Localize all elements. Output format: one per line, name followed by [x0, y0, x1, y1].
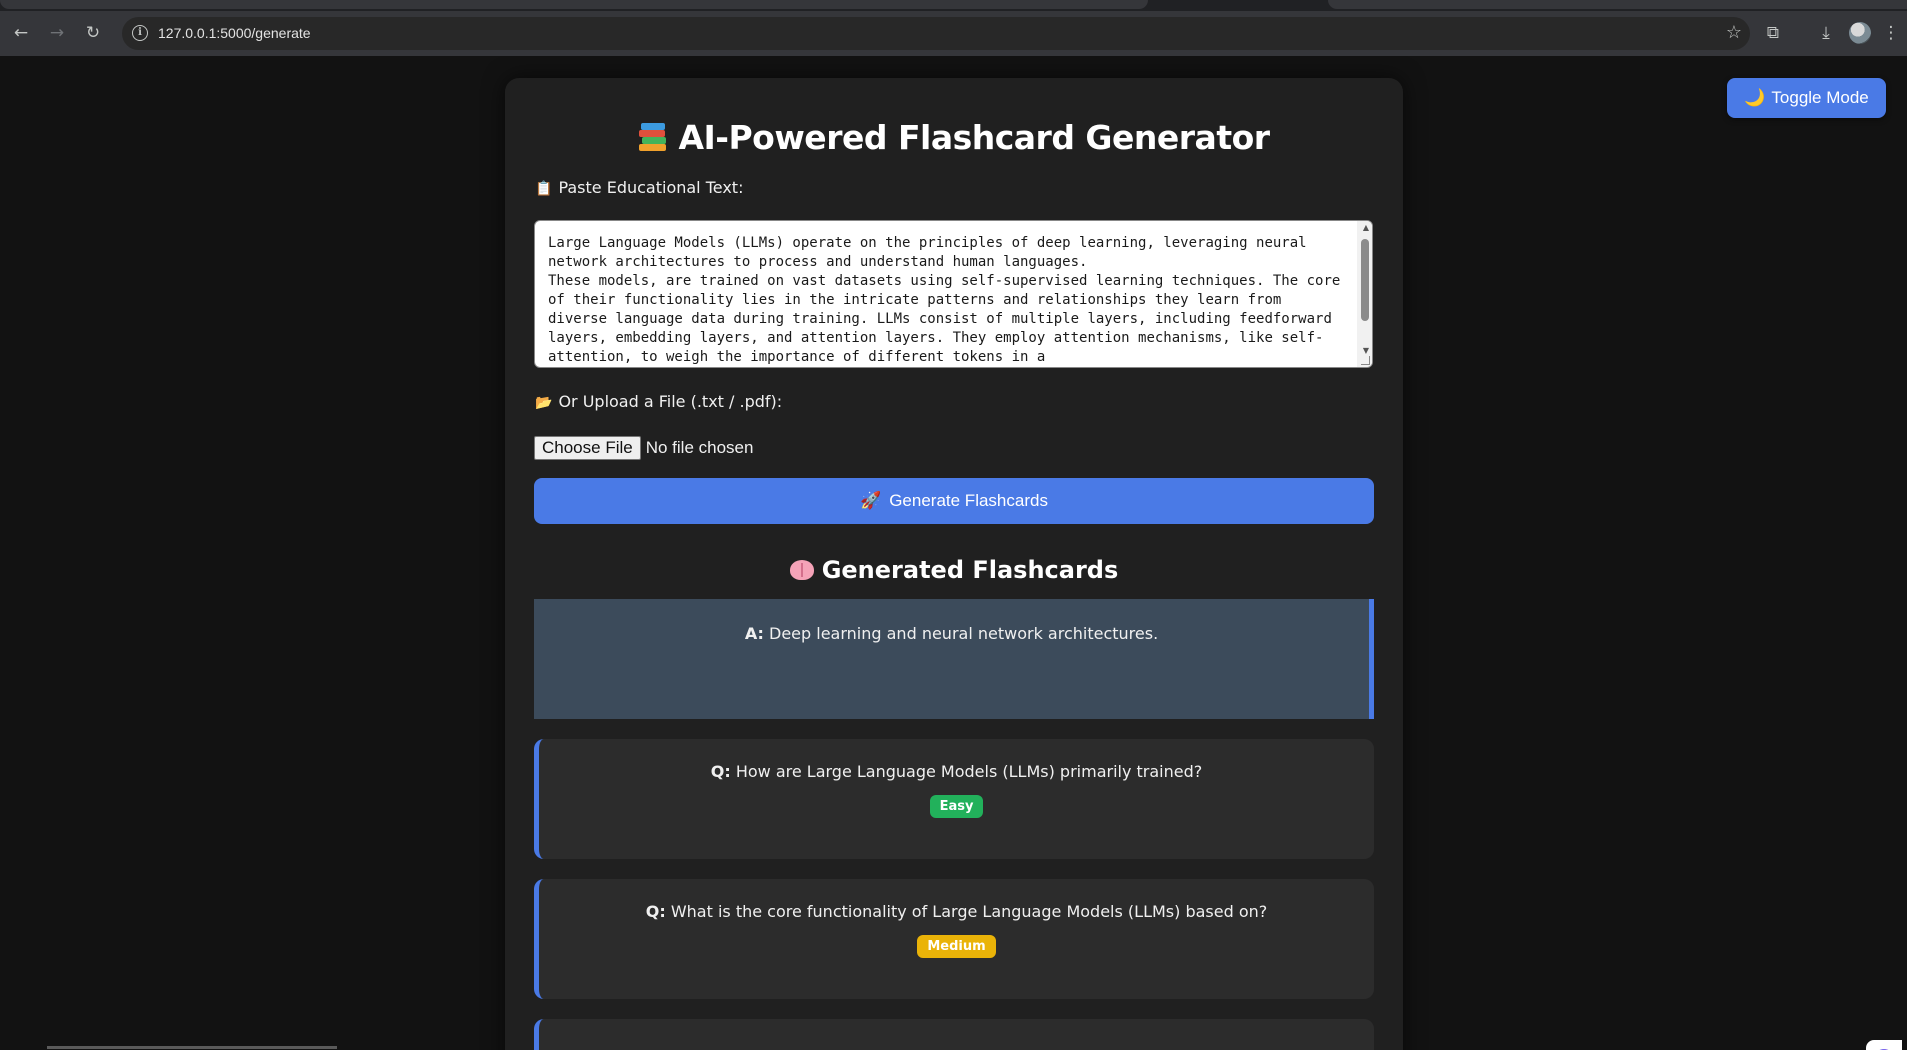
- profile-avatar[interactable]: [1849, 22, 1871, 44]
- extensions-icon[interactable]: ⧉: [1760, 20, 1786, 46]
- upload-label-text: Or Upload a File (.txt / .pdf):: [558, 392, 783, 411]
- difficulty-badge: Medium: [917, 935, 996, 958]
- answer-prefix: A:: [744, 624, 764, 643]
- badge-row: Easy: [539, 795, 1374, 818]
- reload-icon[interactable]: ↻: [80, 20, 106, 46]
- question-line: Q: How are Large Language Models (LLMs) …: [539, 762, 1374, 781]
- brain-icon: [789, 560, 814, 580]
- forward-icon[interactable]: →: [44, 20, 70, 46]
- assistant-extension-icon[interactable]: [1866, 1040, 1902, 1050]
- moon-icon: 🌙: [1744, 88, 1766, 107]
- question-text: How are Large Language Models (LLMs) pri…: [735, 762, 1203, 781]
- back-icon[interactable]: ←: [8, 20, 34, 46]
- site-info-icon[interactable]: i: [132, 25, 148, 41]
- page-title-text: AI-Powered Flashcard Generator: [678, 118, 1270, 157]
- toggle-mode-label: Toggle Mode: [1771, 88, 1869, 107]
- educational-text-input[interactable]: Large Language Models (LLMs) operate on …: [534, 220, 1373, 368]
- scroll-up-icon[interactable]: ▲: [1363, 223, 1369, 232]
- bookmark-star-icon[interactable]: ☆: [1726, 22, 1742, 43]
- generate-label: Generate Flashcards: [889, 491, 1048, 510]
- address-url[interactable]: 127.0.0.1:5000/generate: [158, 25, 311, 41]
- browser-tab[interactable]: [0, 0, 1148, 9]
- flashcard-answer[interactable]: A: Deep learning and neural network arch…: [534, 599, 1374, 719]
- file-status: No file chosen: [645, 438, 754, 457]
- books-icon: [638, 122, 668, 152]
- textarea-content[interactable]: Large Language Models (LLMs) operate on …: [548, 234, 1348, 367]
- browser-tab[interactable]: [1328, 0, 1907, 9]
- browser-toolbar: ← → ↻ i 127.0.0.1:5000/generate ☆ ⧉ ⤓ ⋮: [0, 11, 1907, 56]
- download-icon[interactable]: ⤓: [1813, 20, 1839, 46]
- answer-line: A: Deep learning and neural network arch…: [534, 624, 1369, 643]
- upload-label: 📂 Or Upload a File (.txt / .pdf):: [535, 392, 782, 411]
- folder-icon: 📂: [535, 395, 553, 411]
- paste-label: 📋 Paste Educational Text:: [535, 178, 743, 197]
- flashcard-question[interactable]: Q: How are Large Language Models (LLMs) …: [534, 739, 1374, 859]
- paste-label-text: Paste Educational Text:: [558, 178, 744, 197]
- flashcard-question-partial[interactable]: [534, 1019, 1374, 1050]
- toggle-mode-button[interactable]: 🌙 Toggle Mode: [1727, 78, 1886, 118]
- difficulty-badge: Easy: [929, 795, 984, 818]
- page-viewport: 🌙 Toggle Mode AI-Powered Flashcard Gener…: [0, 56, 1907, 1050]
- scroll-down-icon[interactable]: ▼: [1363, 346, 1369, 355]
- answer-text: Deep learning and neural network archite…: [769, 624, 1159, 643]
- menu-icon[interactable]: ⋮: [1881, 20, 1901, 46]
- resize-handle-icon[interactable]: [1361, 356, 1370, 365]
- rocket-icon: 🚀: [860, 491, 882, 510]
- question-prefix: Q:: [710, 762, 731, 781]
- generate-flashcards-button[interactable]: 🚀 Generate Flashcards: [534, 478, 1374, 524]
- clipboard-icon: 📋: [535, 181, 553, 197]
- question-prefix: Q:: [645, 902, 666, 921]
- textarea-scroll-thumb[interactable]: [1361, 239, 1369, 321]
- results-heading-text: Generated Flashcards: [821, 556, 1119, 584]
- question-text: What is the core functionality of Large …: [670, 902, 1268, 921]
- flashcard-question[interactable]: Q: What is the core functionality of Lar…: [534, 879, 1374, 999]
- results-heading: Generated Flashcards: [505, 556, 1403, 584]
- file-input[interactable]: Choose File No file chosen: [534, 436, 753, 460]
- tab-strip: [0, 0, 1907, 11]
- main-card: AI-Powered Flashcard Generator 📋 Paste Ed…: [505, 78, 1403, 1050]
- badge-row: Medium: [539, 935, 1374, 958]
- address-bar[interactable]: i 127.0.0.1:5000/generate ☆: [122, 17, 1750, 50]
- choose-file-button[interactable]: Choose File: [534, 436, 641, 460]
- page-scrollbar[interactable]: [47, 1046, 337, 1049]
- question-line: Q: What is the core functionality of Lar…: [539, 902, 1374, 921]
- page-title: AI-Powered Flashcard Generator: [505, 118, 1403, 157]
